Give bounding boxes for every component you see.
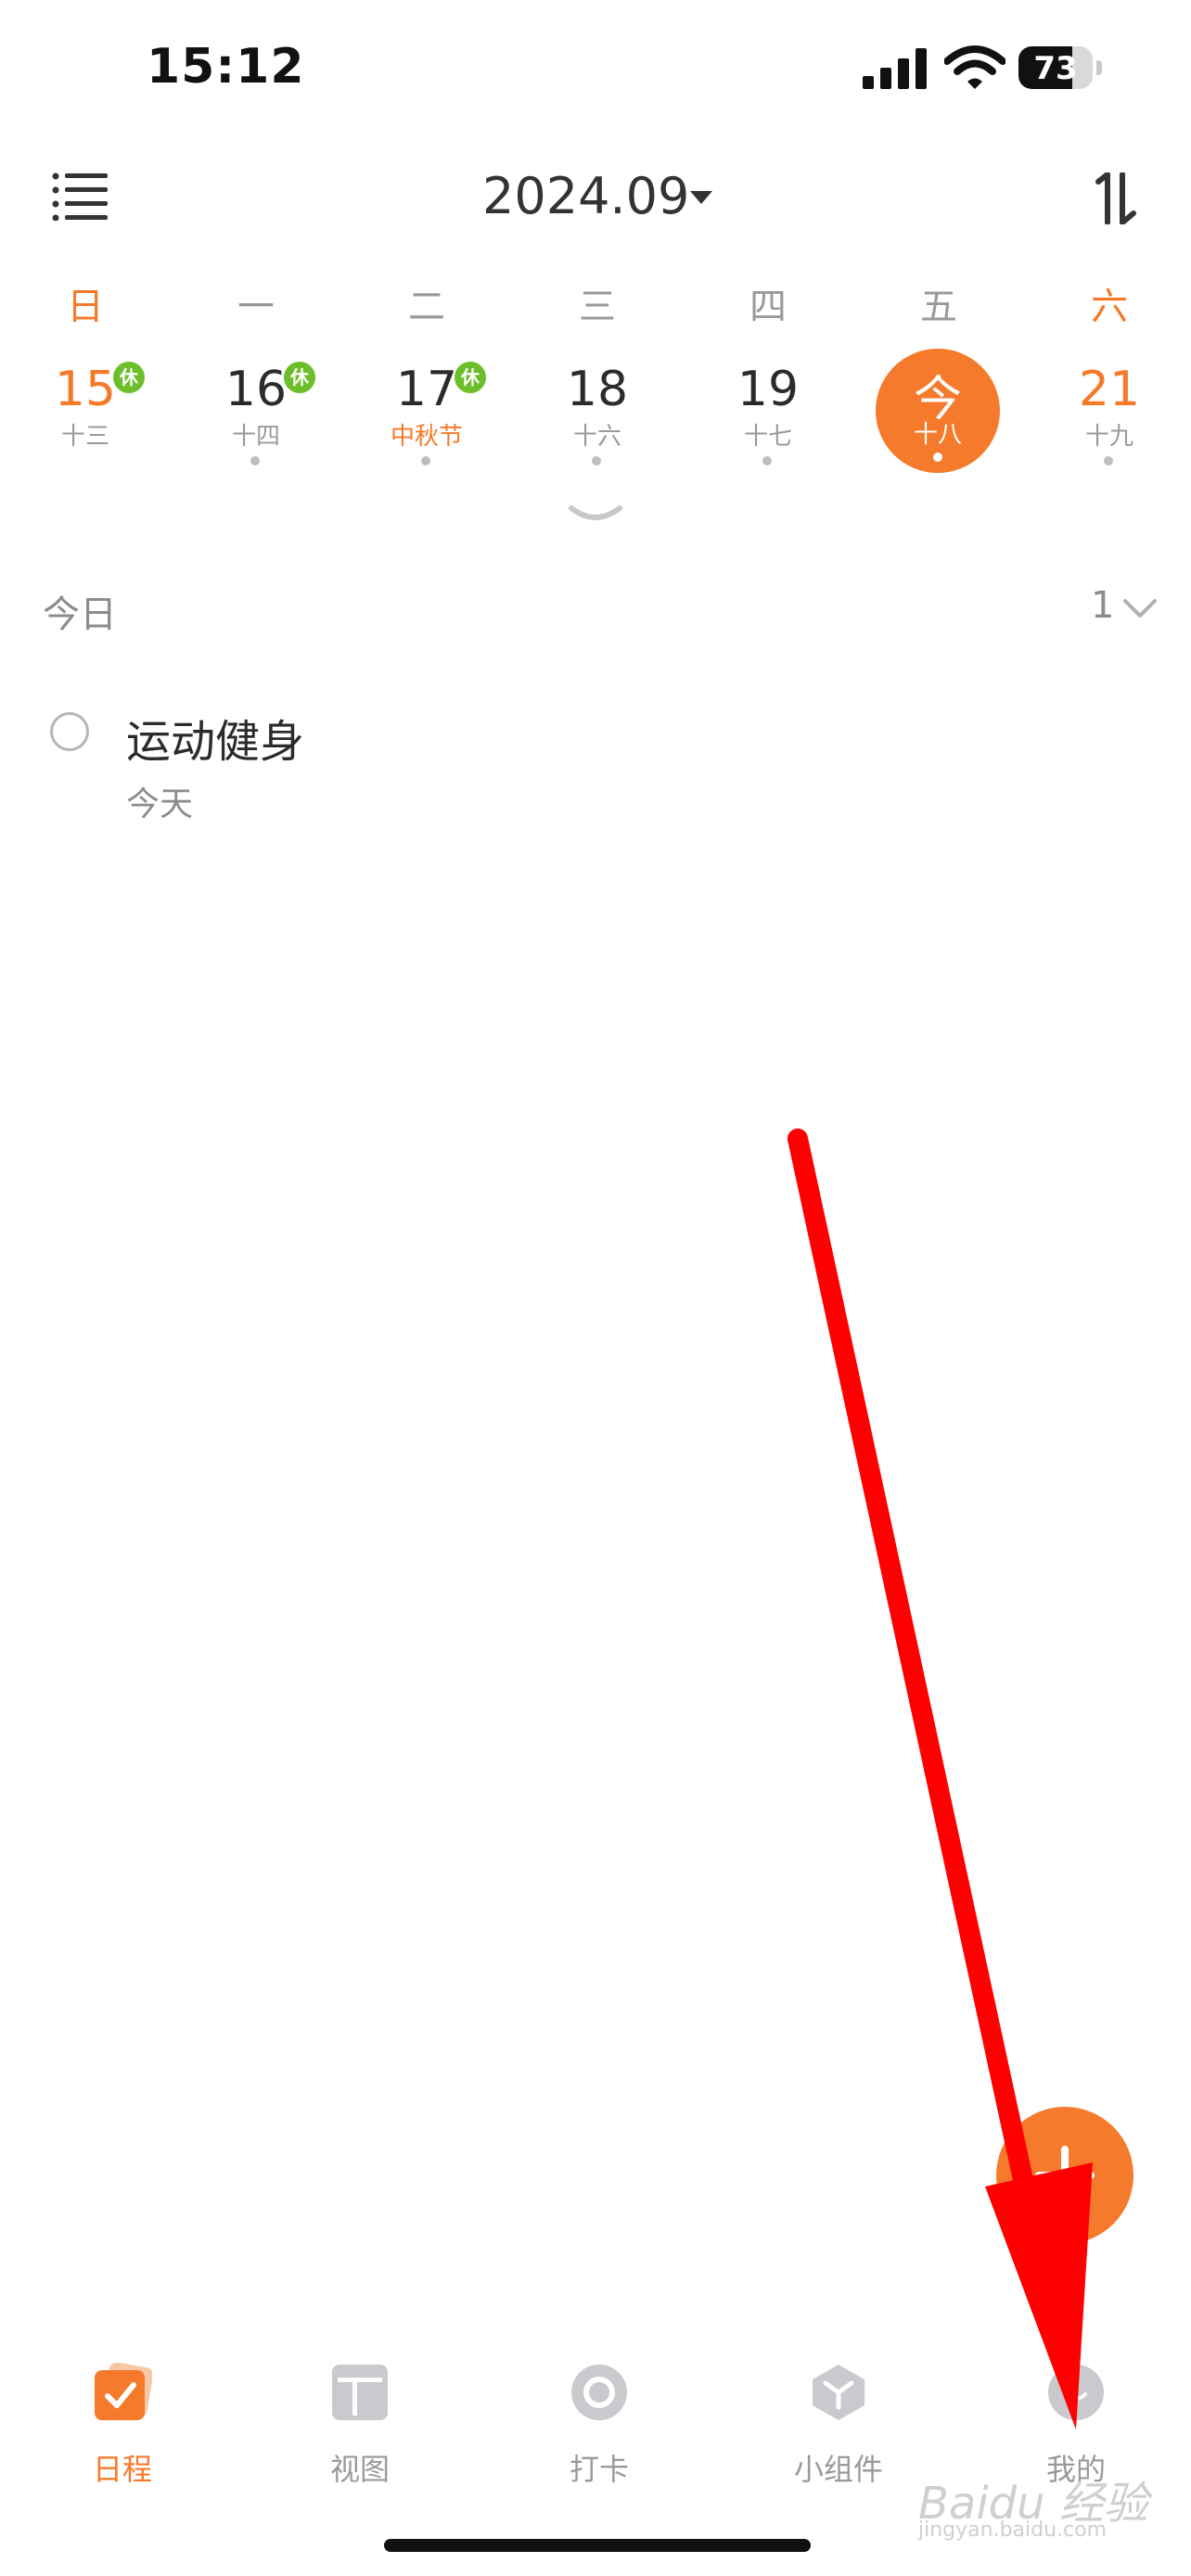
section-title: 今日 xyxy=(43,593,117,636)
lunar-date: 十七 xyxy=(743,423,792,451)
checkin-circle-icon xyxy=(571,2365,627,2420)
weekday-fri: 五 xyxy=(920,286,957,328)
wifi-icon xyxy=(944,45,1005,89)
battery-icon: 73 xyxy=(1018,46,1102,89)
watermark-url: jingyan.baidu.com xyxy=(918,2519,1108,2542)
festival-label: 中秋节 xyxy=(390,423,463,451)
day-number: 21 xyxy=(1078,362,1141,417)
event-dot xyxy=(592,456,601,465)
day-cell-16[interactable]: 16 休 十四 xyxy=(191,352,321,482)
tab-label: 视图 xyxy=(329,2452,390,2487)
task-title[interactable]: 运动健身 xyxy=(126,705,304,770)
holiday-badge: 休 xyxy=(113,362,145,393)
sort-icon[interactable] xyxy=(1091,172,1141,224)
day-number: 19 xyxy=(736,362,800,417)
lunar-date: 十九 xyxy=(1084,423,1133,451)
add-task-button[interactable] xyxy=(996,2107,1133,2244)
day-cell-today[interactable]: 今 十八 xyxy=(874,349,1004,482)
day-number: 18 xyxy=(566,362,629,417)
today-highlight: 今 十八 xyxy=(876,349,1000,473)
event-dot xyxy=(933,453,942,462)
tab-schedule[interactable]: 日程 xyxy=(48,2363,197,2493)
chevron-down-icon[interactable] xyxy=(690,191,712,204)
section-count[interactable]: 1 xyxy=(1091,584,1114,627)
widget-cube-icon xyxy=(813,2365,864,2420)
weekday-thu: 四 xyxy=(749,286,787,328)
tab-label: 日程 xyxy=(92,2452,152,2487)
lunar-date: 十八 xyxy=(913,421,962,449)
weekday-mon: 一 xyxy=(237,286,275,328)
day-cell-18[interactable]: 18 十六 xyxy=(532,352,662,482)
tab-widgets[interactable]: 小组件 xyxy=(764,2363,913,2493)
menu-list-icon[interactable] xyxy=(52,172,108,221)
day-cell-19[interactable]: 19 十七 xyxy=(703,352,833,482)
weekday-sat: 六 xyxy=(1091,286,1128,328)
holiday-badge: 休 xyxy=(284,362,315,393)
holiday-badge: 休 xyxy=(455,362,486,393)
day-cell-15[interactable]: 15 休 十三 xyxy=(20,352,150,482)
cellular-signal-icon xyxy=(863,48,927,89)
status-time: 15:12 xyxy=(147,39,305,95)
day-cell-21[interactable]: 21 十九 xyxy=(1044,352,1174,482)
expand-calendar-icon[interactable] xyxy=(568,503,623,529)
event-dot xyxy=(250,456,260,465)
event-dot xyxy=(421,456,430,465)
tab-view[interactable]: 视图 xyxy=(286,2363,434,2493)
chevron-down-icon[interactable] xyxy=(1122,597,1158,619)
view-layout-icon xyxy=(332,2365,388,2420)
weekday-wed: 三 xyxy=(579,286,616,328)
month-selector[interactable]: 2024.09 xyxy=(482,167,689,225)
day-cell-17[interactable]: 17 休 中秋节 xyxy=(362,352,492,482)
home-indicator xyxy=(384,2539,811,2552)
profile-smile-icon xyxy=(1048,2365,1104,2420)
lunar-date: 十六 xyxy=(572,423,621,451)
tab-label: 小组件 xyxy=(793,2452,883,2487)
schedule-check-icon xyxy=(95,2363,152,2420)
tab-checkin[interactable]: 打卡 xyxy=(525,2363,673,2493)
tab-label: 打卡 xyxy=(569,2452,629,2487)
lunar-date: 十四 xyxy=(231,423,280,451)
weekday-tue: 二 xyxy=(408,286,445,328)
event-dot xyxy=(1104,456,1113,465)
weekday-sun: 日 xyxy=(67,286,104,328)
task-checkbox[interactable] xyxy=(50,712,89,751)
battery-percent: 73 xyxy=(1033,50,1078,87)
task-date: 今天 xyxy=(126,785,194,823)
lunar-date: 十三 xyxy=(60,423,109,451)
event-dot xyxy=(762,456,772,465)
